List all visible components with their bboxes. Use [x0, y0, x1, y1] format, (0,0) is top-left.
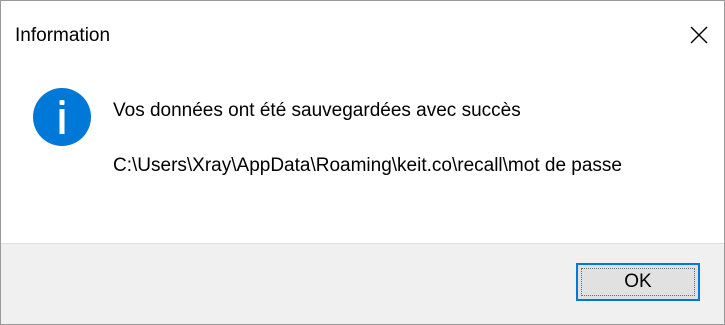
- dialog-title: Information: [15, 25, 111, 46]
- dialog-content: Vos données ont été sauvegardées avec su…: [1, 73, 724, 243]
- close-icon: [690, 26, 708, 44]
- information-icon: [33, 88, 91, 146]
- dialog-footer: OK: [1, 243, 724, 324]
- close-button[interactable]: [674, 13, 724, 57]
- information-dialog: Information Vos données ont été sauvegar…: [0, 0, 725, 325]
- ok-button[interactable]: OK: [576, 263, 700, 301]
- save-path: C:\Users\Xray\AppData\Roaming\keit.co\re…: [113, 155, 622, 176]
- dialog-titlebar: Information: [1, 1, 724, 73]
- success-message: Vos données ont été sauvegardées avec su…: [113, 100, 521, 121]
- ok-button-label: OK: [624, 271, 652, 292]
